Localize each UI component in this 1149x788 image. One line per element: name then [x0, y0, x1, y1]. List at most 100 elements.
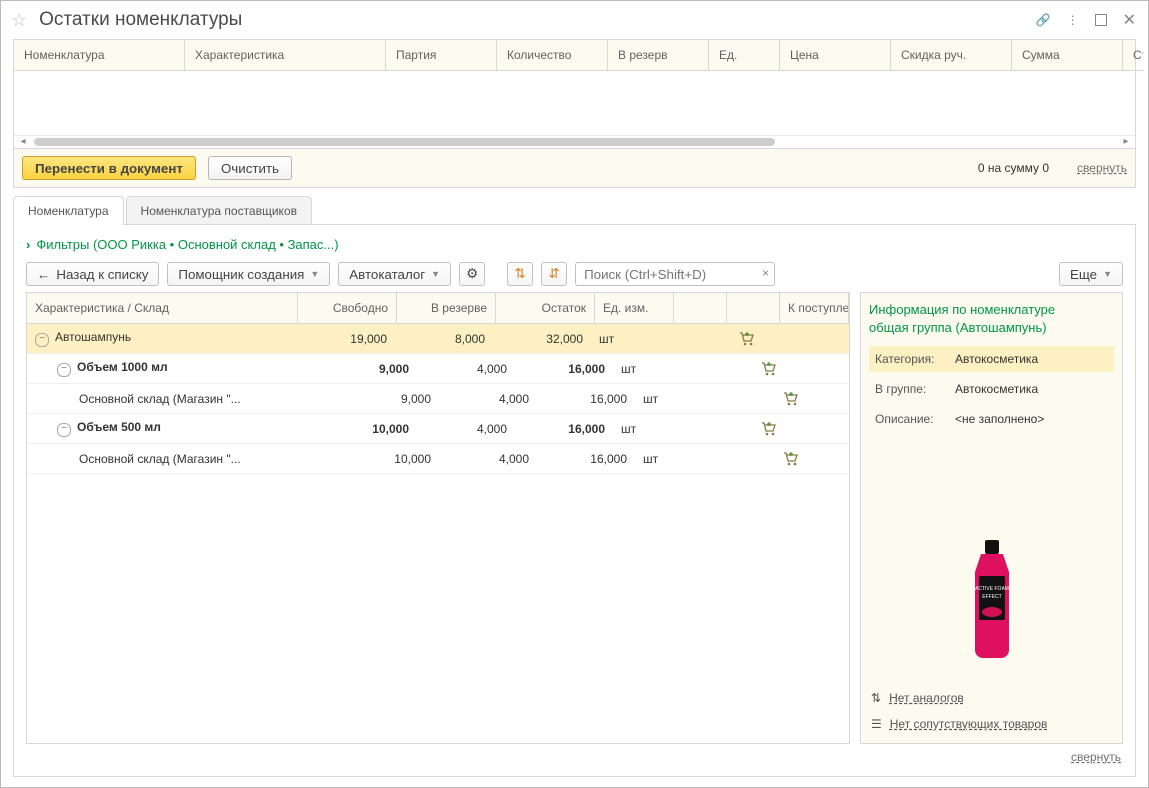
- col-party[interactable]: Партия: [386, 40, 497, 71]
- hscroll-track[interactable]: ◂ ▸: [14, 136, 1135, 148]
- gear-icon: ⚙: [466, 266, 478, 282]
- creation-helper-menu[interactable]: Помощник создания ▼: [167, 262, 330, 286]
- transfer-to-document-button[interactable]: Перенести в документ: [22, 156, 196, 180]
- window-controls: 🔗 ⋮ ✕: [1036, 10, 1136, 30]
- table-row[interactable]: −Автошампунь19,0008,00032,000шт: [27, 324, 849, 354]
- row-name: Основной склад (Магазин "...: [79, 392, 241, 406]
- table-row[interactable]: −Объем 1000 мл9,0004,00016,000шт: [27, 354, 849, 384]
- info-group-value: Автокосметика: [955, 382, 1108, 396]
- autocatalog-menu[interactable]: Автокаталог ▼: [338, 262, 451, 286]
- col-discount[interactable]: Скидка руч.: [891, 40, 1012, 71]
- row-rest: 16,000: [590, 452, 627, 466]
- chevron-right-icon: ›: [26, 237, 30, 252]
- tabs: Номенклатура Номенклатура поставщиков: [13, 196, 1136, 225]
- row-reserve[interactable]: 4,000: [477, 422, 507, 436]
- col-price[interactable]: Цена: [780, 40, 891, 71]
- row-unit: шт: [621, 362, 636, 376]
- info-panel: Информация по номенклатуре общая группа …: [860, 292, 1123, 744]
- gh-incoming[interactable]: К поступлению: [780, 293, 849, 323]
- table-row[interactable]: Основной склад (Магазин "...9,0004,00016…: [27, 384, 849, 414]
- close-icon[interactable]: ✕: [1123, 10, 1136, 30]
- scroll-right-icon[interactable]: ▸: [1119, 136, 1133, 148]
- settings-button[interactable]: ⚙: [459, 262, 485, 286]
- link-icon[interactable]: 🔗: [1036, 13, 1051, 27]
- stock-grid-header: Характеристика / Склад Свободно В резерв…: [27, 293, 849, 324]
- filters-expander[interactable]: › Фильтры (ООО Рикка • Основной склад • …: [26, 237, 1123, 252]
- row-reserve[interactable]: 4,000: [499, 392, 529, 406]
- row-reserve[interactable]: 4,000: [499, 452, 529, 466]
- collapse-toggle-icon[interactable]: −: [57, 423, 71, 437]
- favorite-star-icon[interactable]: ☆: [11, 11, 27, 29]
- kebab-menu-icon[interactable]: ⋮: [1067, 13, 1079, 27]
- col-reserve[interactable]: В резерв: [608, 40, 709, 71]
- svg-text:ACTIVE FOAM: ACTIVE FOAM: [975, 586, 1009, 592]
- info-desc-label: Описание:: [875, 412, 955, 426]
- svg-text:EFFECT: EFFECT: [982, 594, 1001, 600]
- add-to-cart-button[interactable]: [765, 451, 817, 466]
- row-unit: шт: [599, 332, 614, 346]
- chevron-down-icon: ▼: [431, 269, 440, 279]
- gh-name[interactable]: Характеристика / Склад: [27, 293, 298, 323]
- row-reserve[interactable]: 8,000: [455, 332, 485, 346]
- clear-search-icon[interactable]: ×: [762, 266, 769, 280]
- sort-desc-button[interactable]: ⇵: [541, 262, 567, 286]
- gh-reserve[interactable]: В резерве: [397, 293, 496, 323]
- sort-asc-icon: ⇅: [514, 266, 525, 282]
- row-unit: шт: [643, 452, 658, 466]
- row-rest: 32,000: [546, 332, 583, 346]
- gh-rest[interactable]: Остаток: [496, 293, 595, 323]
- row-name: Объем 1000 мл: [77, 360, 168, 374]
- col-characteristic[interactable]: Характеристика: [185, 40, 386, 71]
- add-to-cart-button[interactable]: [721, 331, 773, 346]
- analogs-link[interactable]: ⇅ Нет аналогов: [869, 687, 1114, 709]
- info-desc-row: Описание: <не заполнено>: [869, 406, 1114, 432]
- scroll-left-icon[interactable]: ◂: [16, 136, 30, 148]
- sort-desc-icon: ⇵: [548, 266, 559, 282]
- more-menu[interactable]: Еще ▼: [1059, 262, 1123, 286]
- summary-label: 0 на сумму 0: [978, 161, 1049, 175]
- tab-panel-nomenclature: › Фильтры (ООО Рикка • Основной склад • …: [13, 224, 1136, 777]
- row-free: 9,000: [379, 362, 409, 376]
- row-free: 10,000: [394, 452, 431, 466]
- col-sum[interactable]: Сумма: [1012, 40, 1123, 71]
- row-rest: 16,000: [590, 392, 627, 406]
- add-to-cart-button[interactable]: [743, 361, 795, 376]
- gh-free[interactable]: Свободно: [298, 293, 397, 323]
- col-qty[interactable]: Количество: [497, 40, 608, 71]
- hscroll-thumb[interactable]: [34, 138, 775, 146]
- add-to-cart-button[interactable]: [743, 421, 795, 436]
- maximize-icon[interactable]: [1095, 14, 1107, 26]
- table-row[interactable]: −Объем 500 мл10,0004,00016,000шт: [27, 414, 849, 444]
- action-bar: Перенести в документ Очистить 0 на сумму…: [13, 149, 1136, 188]
- collapse-link[interactable]: свернуть: [1077, 161, 1127, 175]
- info-title: Информация по номенклатуре общая группа …: [869, 301, 1114, 336]
- gh-unit[interactable]: Ед. изм.: [595, 293, 674, 323]
- row-rest: 16,000: [568, 422, 605, 436]
- sort-asc-button[interactable]: ⇅: [507, 262, 533, 286]
- row-name: Основной склад (Магазин "...: [79, 452, 241, 466]
- page-title: Остатки номенклатуры: [39, 9, 1036, 31]
- related-link[interactable]: ☰ Нет сопутствующих товаров: [869, 713, 1114, 735]
- collapse-toggle-icon[interactable]: −: [35, 333, 49, 347]
- more-label: Еще: [1070, 267, 1097, 282]
- back-label: Назад к списку: [56, 267, 148, 282]
- tab-nomenclature[interactable]: Номенклатура: [13, 196, 124, 225]
- table-row[interactable]: Основной склад (Магазин "... 10,000 4,000 1…: [27, 444, 849, 474]
- info-category-value: Автокосметика: [955, 352, 1108, 366]
- collapse-toggle-icon[interactable]: −: [57, 363, 71, 377]
- col-vat[interactable]: Ставка НДС: [1123, 40, 1143, 71]
- row-reserve[interactable]: 4,000: [477, 362, 507, 376]
- add-to-cart-button[interactable]: [765, 391, 817, 406]
- stock-grid-rows[interactable]: −Автошампунь19,0008,00032,000шт−Объем 10…: [27, 324, 849, 743]
- search-input[interactable]: [575, 262, 775, 286]
- clear-button[interactable]: Очистить: [208, 156, 292, 180]
- col-nomenclature[interactable]: Номенклатура: [14, 40, 185, 71]
- row-unit: шт: [621, 422, 636, 436]
- back-to-list-button[interactable]: ← Назад к списку: [26, 262, 159, 286]
- tab-supplier-nomenclature[interactable]: Номенклатура поставщиков: [126, 196, 312, 225]
- col-unit[interactable]: Ед.: [709, 40, 780, 71]
- catalog-label: Автокаталог: [349, 267, 425, 282]
- collapse-panel-link[interactable]: свернуть: [1071, 750, 1121, 764]
- info-category-label: Категория:: [875, 352, 955, 366]
- document-lines-body[interactable]: [14, 71, 1135, 136]
